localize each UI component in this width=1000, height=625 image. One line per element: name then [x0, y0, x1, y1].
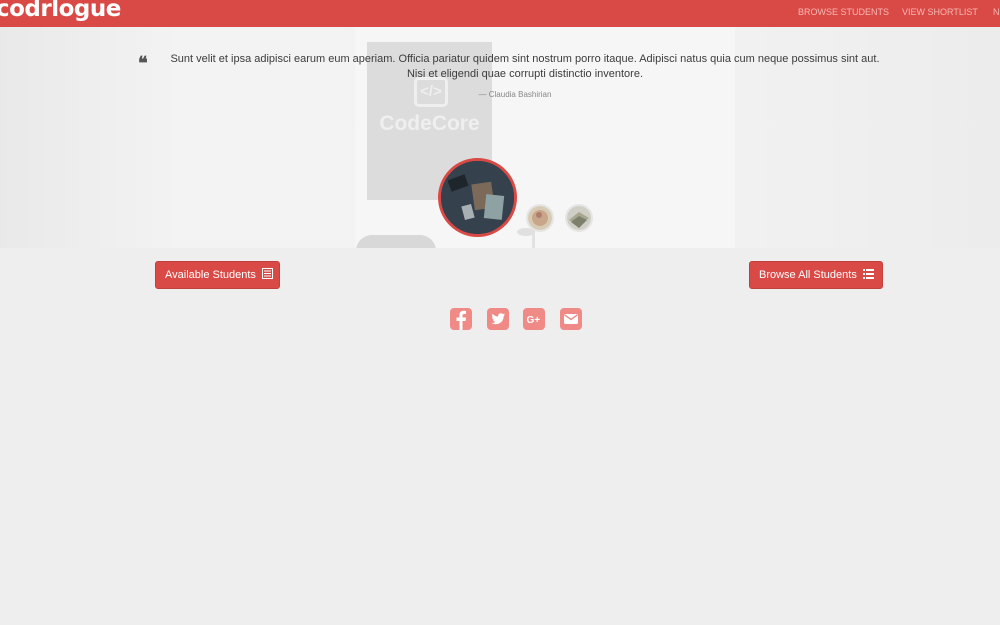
envelope-icon[interactable] [560, 308, 582, 330]
google-plus-icon[interactable]: G+ [523, 308, 545, 330]
svg-text:G+: G+ [527, 315, 541, 326]
list-icon [862, 268, 874, 279]
available-students-label: Available Students [165, 269, 256, 281]
hero-section: </> CodeCore ❝ Sunt velit et ipsa adipis… [0, 27, 1000, 248]
browse-all-students-button[interactable]: Browse All Students [749, 261, 883, 289]
avatar-selected[interactable] [438, 158, 517, 237]
avatar-thumbnail[interactable] [565, 204, 593, 232]
available-students-button[interactable]: Available Students [155, 261, 280, 289]
list-alt-icon [261, 268, 273, 280]
quote-left-icon: ❝ [138, 53, 148, 74]
brand-logo[interactable]: codrlogue [0, 0, 121, 22]
testimonial-text: Sunt velit et ipsa adipisci earum eum ap… [170, 53, 880, 80]
nav-view-shortlist[interactable]: VIEW SHORTLIST [902, 7, 978, 17]
testimonial-author: — Claudia Bashirian [478, 90, 552, 99]
nav-link-truncated[interactable]: N [993, 7, 1000, 17]
podium [356, 235, 436, 248]
browse-all-students-label: Browse All Students [759, 269, 857, 281]
facebook-icon[interactable] [450, 308, 472, 330]
navbar: codrlogue BROWSE STUDENTS VIEW SHORTLIST… [0, 0, 1000, 27]
banner-text: CodeCore [379, 112, 480, 135]
nav-browse-students[interactable]: BROWSE STUDENTS [798, 7, 889, 17]
twitter-icon[interactable] [487, 308, 509, 330]
avatar-thumbnail[interactable] [526, 204, 554, 232]
